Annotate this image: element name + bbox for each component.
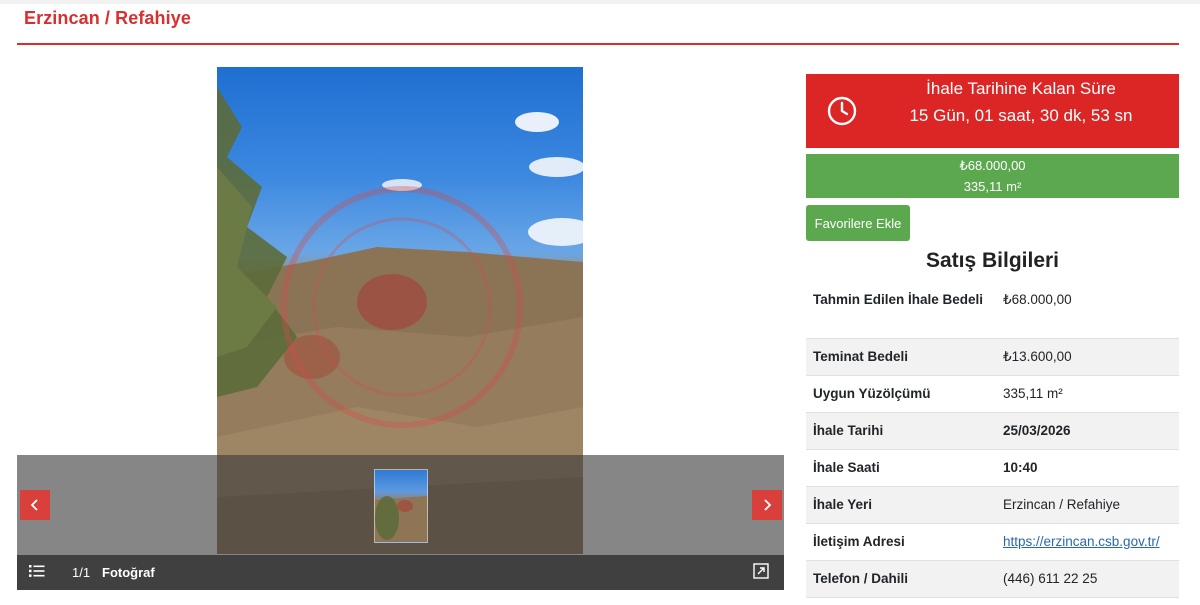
add-to-favorites-button[interactable]: Favorilere Ekle [806,205,910,241]
table-row: Tahmin Edilen İhale Bedeli ₺68.000,00 [806,282,1179,339]
row-value: https://erzincan.csb.gov.tr/ [1003,531,1160,553]
row-label: Tahmin Edilen İhale Bedeli [813,292,984,307]
countdown-value: 15 Gün, 01 saat, 30 dk, 53 sn [909,106,1133,125]
row-value: ₺68.000,00 [1003,292,1072,307]
table-row: İletişim Adresi https://erzincan.csb.gov… [806,524,1179,561]
chevron-left-icon [30,499,38,511]
row-label: İhale Yeri [813,497,873,512]
price-box: ₺68.000,00 335,11 m² [806,154,1179,198]
clock-icon [826,95,858,132]
countdown-title: İhale Tarihine Kalan Süre [926,79,1116,98]
row-value: 335,11 m² [1003,386,1063,401]
list-icon[interactable] [29,564,45,581]
next-photo-button[interactable] [752,490,782,520]
row-label: İhale Tarihi [813,423,884,438]
row-label: İhale Saati [813,460,880,475]
top-bar [0,0,1200,4]
row-label: Uygun Yüzölçümü [813,386,931,401]
photo-thumbnail[interactable] [374,469,428,543]
page-title: Erzincan / Refahiye [24,8,191,28]
table-row: Telefon / Dahili (446) 611 22 25 [806,561,1179,598]
thumbnail-image [375,496,427,542]
gallery-toolbar: 1/1 Fotoğraf [17,555,784,590]
chevron-right-icon [764,499,772,511]
price-area: 335,11 m² [963,179,1022,194]
row-value: 10:40 [1003,460,1038,475]
fullscreen-icon[interactable] [753,563,769,582]
price-amount: ₺68.000,00 [959,158,1026,173]
row-value: (446) 611 22 25 [1003,571,1098,586]
photo-label: Fotoğraf [102,565,155,580]
contact-url-link[interactable]: https://erzincan.csb.gov.tr/ [1003,534,1160,549]
previous-photo-button[interactable] [20,490,50,520]
table-row: İhale Saati 10:40 [806,450,1179,487]
row-value: 25/03/2026 [1003,423,1071,438]
row-value: Erzincan / Refahiye [1003,497,1121,512]
row-value: ₺13.600,00 [1003,349,1072,364]
sales-info-table: Tahmin Edilen İhale Bedeli ₺68.000,00 Te… [806,282,1179,598]
row-label: Telefon / Dahili [813,571,909,586]
table-row: İhale Tarihi 25/03/2026 [806,413,1179,450]
table-row: İhale Yeri Erzincan / Refahiye [806,487,1179,524]
photo-counter: 1/1 [72,565,91,580]
title-divider [17,43,1179,45]
table-row: Uygun Yüzölçümü 335,11 m² [806,376,1179,413]
photo-gallery: 1/1 Fotoğraf [17,67,784,590]
sales-info-title: Satış Bilgileri [925,249,1060,272]
row-label: İletişim Adresi [813,534,905,549]
thumbnail-strip [17,455,784,555]
row-label: Teminat Bedeli [813,349,909,364]
table-row: Teminat Bedeli ₺13.600,00 [806,339,1179,376]
countdown-box: İhale Tarihine Kalan Süre 15 Gün, 01 saa… [806,74,1179,148]
